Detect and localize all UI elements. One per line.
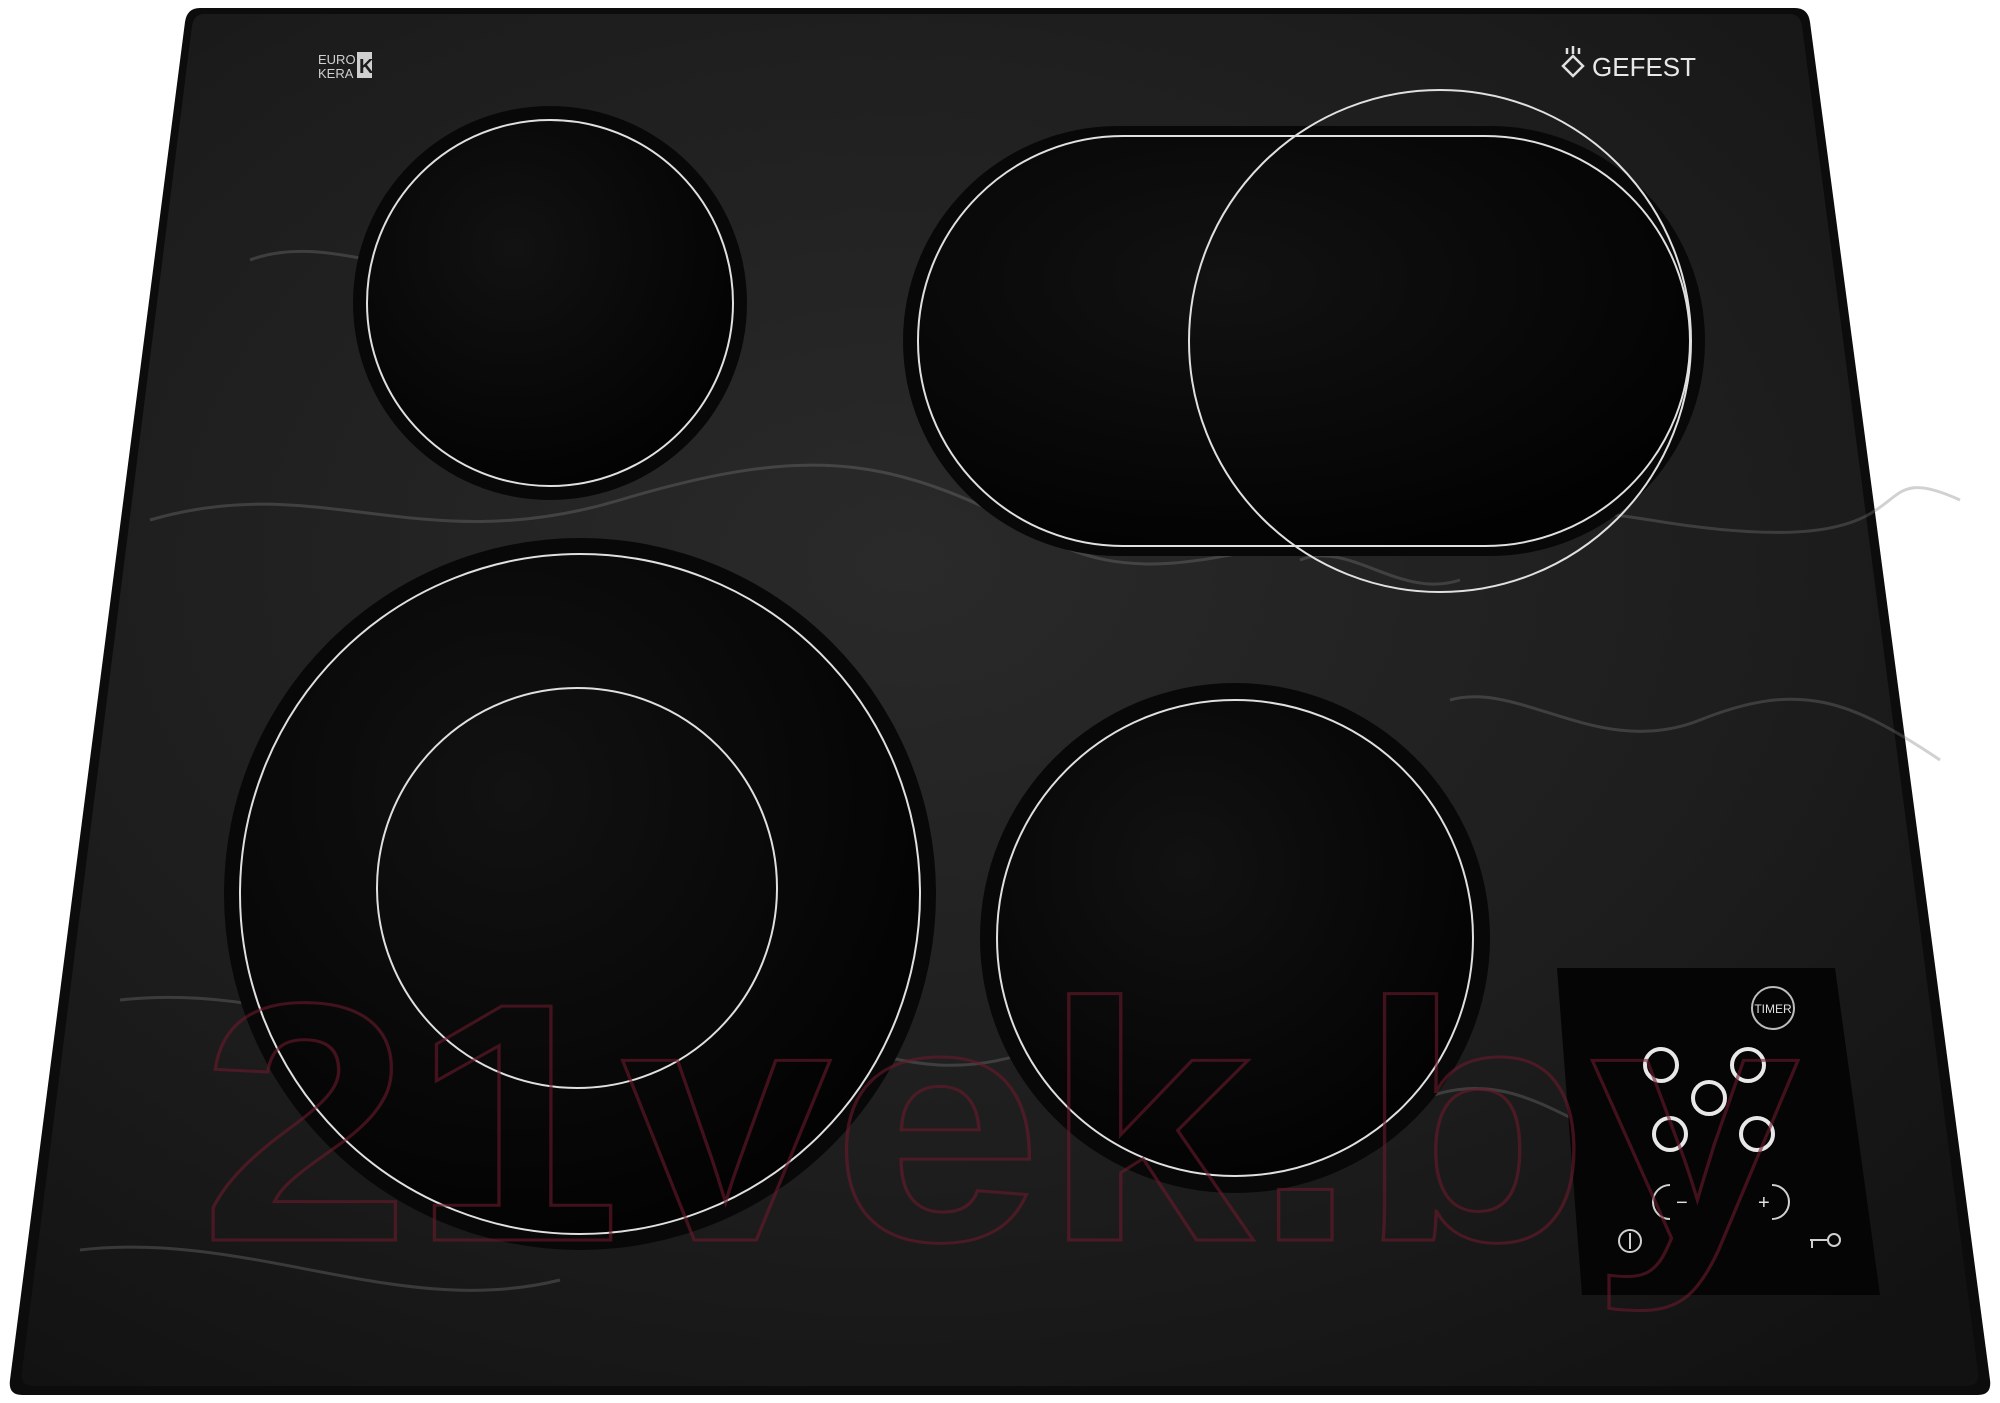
brand-name-text: GEFEST bbox=[1592, 52, 1696, 82]
eurokera-logo: EURO KERA K bbox=[318, 52, 374, 81]
eurokera-line1-text: EURO bbox=[318, 52, 356, 67]
zone-rear-left bbox=[353, 106, 747, 500]
eurokera-line2-text: KERA bbox=[318, 66, 354, 81]
zone-rear-right-oval bbox=[903, 89, 1705, 593]
watermark: 21vek.by bbox=[199, 932, 1804, 1316]
hob-photo: EURO KERA K GEFEST TIMER − + 21vek.by bbox=[9, 8, 1991, 1395]
eurokera-mark-text: K bbox=[359, 56, 374, 78]
watermark-text: 21vek.by bbox=[200, 933, 1802, 1314]
